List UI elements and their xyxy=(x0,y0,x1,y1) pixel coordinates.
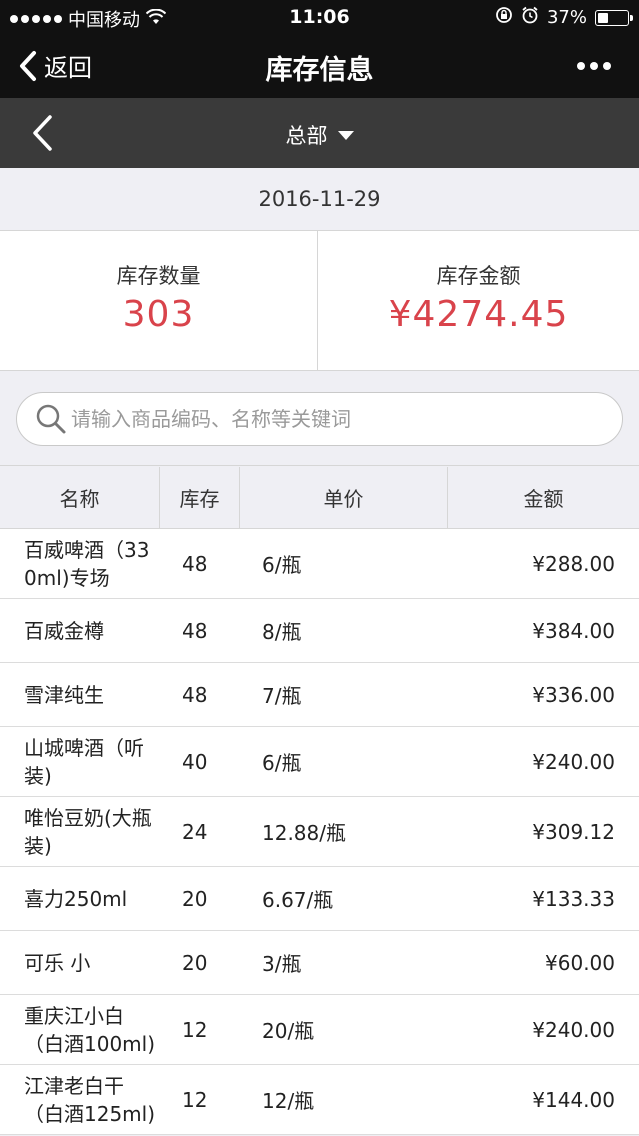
stock-quantity-label: 库存数量 xyxy=(116,264,201,288)
product-stock: 48 xyxy=(182,618,208,643)
product-amount: ¥144.00 xyxy=(532,1087,615,1112)
product-unit-price: 20/瓶 xyxy=(262,1019,315,1043)
inventory-table: 百威啤酒（330ml)专场 48 6/瓶 ¥288.00 百威金樽 48 8/瓶… xyxy=(0,529,639,1135)
product-stock: 20 xyxy=(182,950,208,975)
table-row[interactable]: 雪津纯生 48 7/瓶 ¥336.00 xyxy=(0,663,639,727)
product-name: 江津老白干（白酒125ml) xyxy=(24,1073,156,1126)
stock-quantity-value: 303 xyxy=(122,294,195,335)
product-name: 可乐 小 xyxy=(24,950,91,975)
status-right: 37% xyxy=(495,6,633,29)
search-icon xyxy=(36,404,66,434)
search-box[interactable] xyxy=(16,392,623,446)
rotation-lock-icon xyxy=(495,6,513,29)
product-amount: ¥240.00 xyxy=(532,1017,615,1042)
product-stock: 48 xyxy=(182,682,208,707)
product-name: 百威啤酒（330ml)专场 xyxy=(24,537,150,590)
caret-down-icon xyxy=(337,130,354,140)
page-title: 库存信息 xyxy=(265,55,374,86)
product-unit-price: 6.67/瓶 xyxy=(262,888,334,912)
battery-icon xyxy=(595,9,633,26)
product-stock: 40 xyxy=(182,749,208,774)
product-stock: 24 xyxy=(182,819,208,844)
stock-amount-value: ¥4274.45 xyxy=(388,294,569,335)
product-amount: ¥60.00 xyxy=(545,950,615,975)
product-name: 唯怡豆奶(大瓶装) xyxy=(24,805,152,858)
product-stock: 12 xyxy=(182,1017,208,1042)
header-stock: 库存 xyxy=(160,467,240,528)
table-header: 名称 库存 单价 金额 xyxy=(0,467,639,529)
header-amount: 金额 xyxy=(523,487,564,511)
product-stock: 12 xyxy=(182,1087,208,1112)
product-name: 雪津纯生 xyxy=(24,682,104,707)
table-row[interactable]: 百威金樽 48 8/瓶 ¥384.00 xyxy=(0,599,639,663)
product-unit-price: 6/瓶 xyxy=(262,553,302,577)
date-label: 2016-11-29 xyxy=(258,187,381,211)
product-unit-price: 6/瓶 xyxy=(262,751,302,775)
date-display: 2016-11-29 xyxy=(0,168,639,231)
table-row[interactable]: 百威啤酒（330ml)专场 48 6/瓶 ¥288.00 xyxy=(0,529,639,599)
product-unit-price: 3/瓶 xyxy=(262,952,302,976)
product-amount: ¥384.00 xyxy=(532,618,615,643)
table-row[interactable]: 江津老白干（白酒125ml) 12 12/瓶 ¥144.00 xyxy=(0,1065,639,1135)
header-name: 名称 xyxy=(0,467,160,528)
stock-amount-stat: 库存金额 ¥4274.45 xyxy=(318,231,639,370)
product-stock: 48 xyxy=(182,551,208,576)
product-stock: 20 xyxy=(182,886,208,911)
product-unit-price: 12.88/瓶 xyxy=(262,821,346,845)
product-unit-price: 8/瓶 xyxy=(262,620,302,644)
header-unit-price: 单价 xyxy=(240,467,448,528)
table-row[interactable]: 可乐 小 20 3/瓶 ¥60.00 xyxy=(0,931,639,995)
branch-selector[interactable]: 总部 xyxy=(0,120,639,150)
product-name: 喜力250ml xyxy=(24,886,128,911)
branch-label: 总部 xyxy=(285,124,328,148)
table-row[interactable]: 唯怡豆奶(大瓶装) 24 12.88/瓶 ¥309.12 xyxy=(0,797,639,867)
product-unit-price: 12/瓶 xyxy=(262,1089,315,1113)
product-unit-price: 7/瓶 xyxy=(262,684,302,708)
table-row[interactable]: 喜力250ml 20 6.67/瓶 ¥133.33 xyxy=(0,867,639,931)
product-name: 山城啤酒（听装) xyxy=(24,735,144,788)
stock-amount-label: 库存金额 xyxy=(436,264,521,288)
table-row[interactable]: 山城啤酒（听装) 40 6/瓶 ¥240.00 xyxy=(0,727,639,797)
product-amount: ¥133.33 xyxy=(532,886,615,911)
product-amount: ¥336.00 xyxy=(532,682,615,707)
product-amount: ¥240.00 xyxy=(532,749,615,774)
stock-quantity-stat: 库存数量 303 xyxy=(0,231,318,370)
nav-bar: 返回 库存信息 xyxy=(0,34,639,98)
product-amount: ¥309.12 xyxy=(532,819,615,844)
more-icon[interactable] xyxy=(577,62,611,70)
search-input[interactable] xyxy=(71,407,591,431)
branch-bar: 总部 xyxy=(0,98,639,168)
product-amount: ¥288.00 xyxy=(532,551,615,576)
table-row[interactable]: 重庆江小白（白酒100ml) 12 20/瓶 ¥240.00 xyxy=(0,995,639,1065)
summary-stats: 库存数量 303 库存金额 ¥4274.45 xyxy=(0,231,639,371)
status-bar: 中国移动 11:06 37% xyxy=(0,0,639,34)
battery-percent: 37% xyxy=(546,7,587,28)
search-section xyxy=(0,372,639,466)
alarm-icon xyxy=(521,6,539,29)
product-name: 重庆江小白（白酒100ml) xyxy=(24,1003,156,1056)
product-name: 百威金樽 xyxy=(24,618,104,643)
